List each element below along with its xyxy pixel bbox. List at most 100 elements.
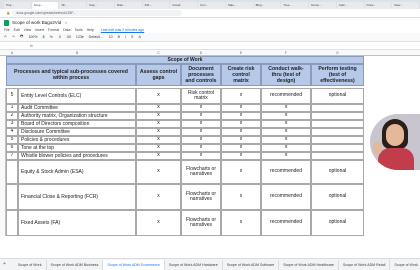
cell-document[interactable]: Flowcharts or narratives (181, 210, 221, 236)
browser-tab[interactable]: Sale… (225, 2, 253, 9)
toolbar-button[interactable]: 10 (109, 35, 113, 39)
sheet-tab[interactable]: Scope of Work ADM Software (223, 259, 280, 270)
add-sheet-icon[interactable]: + (3, 261, 6, 267)
cell-test[interactable] (311, 104, 364, 112)
toolbar-button[interactable]: A (138, 35, 140, 39)
toolbar-button[interactable]: 123▾ (76, 35, 84, 39)
browser-tab[interactable]: Kap… (87, 2, 114, 9)
browser-tab[interactable]: Home… (309, 2, 336, 9)
cell-document[interactable]: x (181, 120, 221, 128)
star-icon[interactable]: ☆ (64, 20, 68, 25)
cell-create[interactable]: x (221, 136, 261, 144)
cell-create[interactable]: x (221, 184, 261, 210)
browser-tab[interactable]: Scop… (31, 2, 59, 9)
cell-test[interactable]: optional (311, 88, 364, 104)
cell-test[interactable] (311, 120, 364, 128)
browser-tab[interactable]: Con… (198, 2, 225, 9)
cell-walk[interactable]: x (261, 112, 311, 120)
cell-process[interactable]: Equity & Stock Admin (ESA) (18, 160, 136, 184)
sheet-tab[interactable]: Scope of Work ADM Retail (339, 259, 391, 270)
browser-tab[interactable]: New… (392, 2, 420, 9)
url-text[interactable]: docs.google.com/spreadsheets/d/1Z8F... (12, 10, 183, 16)
cell-test[interactable] (311, 136, 364, 144)
cell-walk[interactable]: recommended (261, 88, 311, 104)
cell-number[interactable]: 1 (6, 104, 18, 112)
toolbar-button[interactable]: $ (43, 35, 45, 39)
cell-test[interactable] (311, 144, 364, 152)
cell-test[interactable] (311, 152, 364, 160)
cell-test[interactable]: optional (311, 210, 364, 236)
cell-process[interactable]: Policies & procedures (18, 136, 136, 144)
cell-assess[interactable]: x (136, 152, 181, 160)
cell-create[interactable]: x (221, 112, 261, 120)
cell-document[interactable]: x (181, 152, 221, 160)
browser-tab[interactable]: Drive… (364, 2, 392, 9)
cell-walk[interactable]: x (261, 120, 311, 128)
cell-number[interactable]: 4 (6, 128, 18, 136)
menu-data[interactable]: Data (63, 28, 70, 32)
toolbar-button[interactable]: 🖶 (20, 34, 23, 40)
header-testing[interactable]: Perform testing (test of effectiveness) (311, 64, 364, 86)
cell-create[interactable]: x (221, 88, 261, 104)
browser-tab[interactable]: INF… (142, 2, 170, 9)
cell-number[interactable] (6, 184, 18, 210)
menu-insert[interactable]: Insert (35, 28, 44, 32)
spreadsheet-grid[interactable]: Scope of Work Processes and typical sub-… (0, 56, 420, 258)
formula-bar[interactable]: fx (0, 42, 420, 50)
menu-file[interactable]: File (4, 28, 10, 32)
cell-assess[interactable]: x (136, 104, 181, 112)
cell-document[interactable]: x (181, 104, 221, 112)
cell-process[interactable]: Authority matrix, Organization structure (18, 112, 136, 120)
cell-test[interactable] (311, 112, 364, 120)
cell-assess[interactable]: x (136, 144, 181, 152)
last-edit-link[interactable]: Last edit was 2 minutes ago (101, 28, 144, 32)
toolbar-button[interactable]: % (50, 35, 53, 39)
sheet-tab[interactable]: Scope of Work (390, 260, 420, 270)
address-bar[interactable]: 🔒 docs.google.com/spreadsheets/d/1Z8F... (0, 9, 420, 18)
cell-document[interactable]: x (181, 128, 221, 136)
sheet-tab[interactable]: Scope of Work ADM Ecommerce (103, 259, 165, 270)
menu-tools[interactable]: Tools (74, 28, 82, 32)
cell-walk[interactable]: recommended (261, 210, 311, 236)
cell-assess[interactable]: x (136, 120, 181, 128)
cell-document[interactable]: x (181, 112, 221, 120)
cell-assess[interactable]: x (136, 136, 181, 144)
cell-number[interactable]: 5 (6, 88, 18, 104)
toolbar-button[interactable]: ↶ (4, 35, 7, 39)
header-document[interactable]: Document processes and controls (181, 64, 221, 86)
sheet-tab[interactable]: Scope of Work ADM Hardware (165, 259, 223, 270)
cell-assess[interactable]: x (136, 128, 181, 136)
sheet-tab[interactable]: Scope of Work ADM Healthcare (279, 259, 339, 270)
cell-assess[interactable]: x (136, 112, 181, 120)
cell-walk[interactable]: recommended (261, 184, 311, 210)
toolbar-button[interactable]: I (125, 35, 126, 39)
browser-tab[interactable]: Gmail (170, 2, 198, 9)
doc-title[interactable]: Scope of work Bago2Vid (12, 20, 61, 25)
toolbar-button[interactable]: 100% (28, 35, 37, 39)
cell-create[interactable]: x (221, 128, 261, 136)
cell-create[interactable]: x (221, 210, 261, 236)
cell-process[interactable]: Fixed Assets (FA) (18, 210, 136, 236)
cell-process[interactable]: Disclosure Committee (18, 128, 136, 136)
toolbar-button[interactable]: .00 (66, 35, 71, 39)
browser-tab[interactable]: Proj… (4, 2, 31, 9)
browser-tab[interactable]: Blog… (253, 2, 281, 9)
header-create[interactable]: Create risk control matrix (221, 64, 261, 86)
menu-view[interactable]: View (24, 28, 32, 32)
cell-test[interactable]: optional (311, 160, 364, 184)
browser-tab[interactable]: Risk… (114, 2, 142, 9)
cell-process[interactable]: Audit Committee (18, 104, 136, 112)
cell-process[interactable]: Board of Directors composition (18, 120, 136, 128)
menu-edit[interactable]: Edit (14, 28, 20, 32)
cell-number[interactable] (6, 210, 18, 236)
toolbar-button[interactable]: .0 (58, 35, 61, 39)
header-processes[interactable]: Processes and typical sub-processes cove… (6, 64, 136, 86)
cell-create[interactable]: x (221, 120, 261, 128)
cell-number[interactable]: 6 (6, 144, 18, 152)
cell-number[interactable]: 2 (6, 112, 18, 120)
cell-assess[interactable]: x (136, 160, 181, 184)
cell-walk[interactable]: recommended (261, 160, 311, 184)
cell-walk[interactable]: x (261, 152, 311, 160)
cell-process[interactable]: Whistle blower policies and procedures (18, 152, 136, 160)
menu-format[interactable]: Format (48, 28, 59, 32)
